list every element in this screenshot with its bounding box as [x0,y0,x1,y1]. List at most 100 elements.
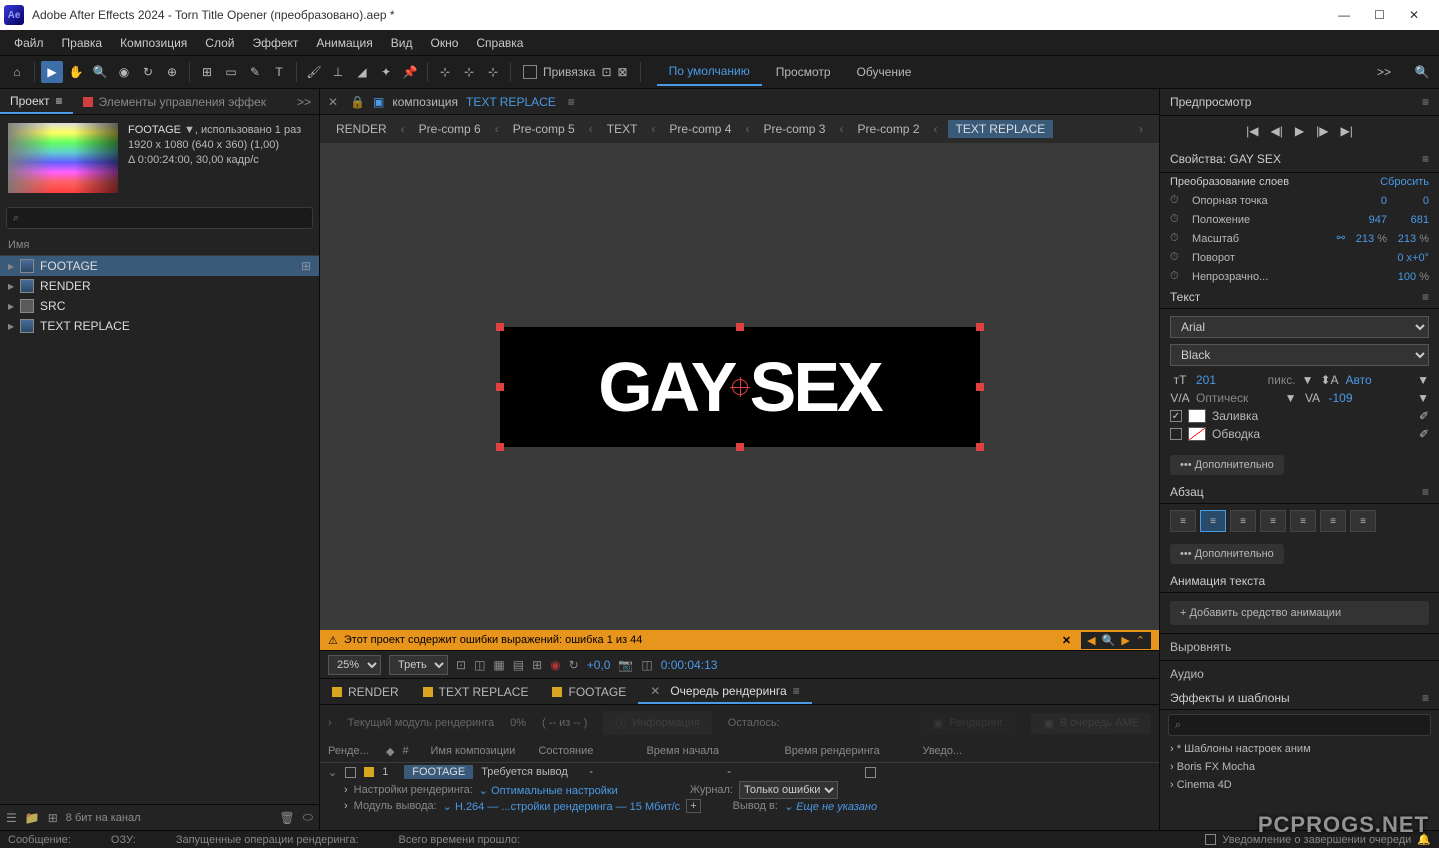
hand-tool-icon[interactable]: ✋ [65,61,87,83]
reset-exposure-icon[interactable]: ↻ [569,658,579,672]
menu-help[interactable]: Справка [468,32,531,54]
expand-icon[interactable]: › [344,784,348,796]
anchor-y[interactable]: 0 [1395,195,1429,207]
resolution-select[interactable]: Треть [389,655,448,675]
transparency-icon[interactable]: ⊡ [456,658,466,672]
tree-item[interactable]: ▸ SRC [0,296,319,316]
panel-menu-icon[interactable]: ≡ [564,95,579,109]
collapse-icon[interactable]: ▸ [8,279,14,293]
close-tab-icon[interactable]: ✕ [324,95,342,109]
menu-animation[interactable]: Анимация [308,32,380,54]
clone-tool-icon[interactable]: ⊥ [327,61,349,83]
opacity-value[interactable]: 100 % [1395,271,1429,283]
align-panel-title[interactable]: Выровнять [1160,633,1439,660]
menu-view[interactable]: Вид [383,32,421,54]
axis-view-icon[interactable]: ⊹ [482,61,504,83]
timecode[interactable]: 0:00:04:13 [661,658,718,672]
expand-icon[interactable]: › [344,800,348,812]
scale-y[interactable]: 213 % [1395,233,1429,245]
selection-handle[interactable] [976,323,984,331]
leading-value[interactable]: Авто [1345,373,1411,387]
workspace-review[interactable]: Просмотр [764,59,843,85]
rotate-tool-icon[interactable]: ↻ [137,61,159,83]
rotation-value[interactable]: 0 x+0° [1359,252,1429,264]
exposure-value[interactable]: +0,0 [587,658,611,672]
timeline-tab[interactable]: RENDER [320,679,411,704]
header-duration[interactable]: Время рендеринга [784,743,914,760]
item-thumbnail[interactable] [8,123,118,193]
justify-right-icon[interactable]: ≡ [1320,510,1346,532]
error-expand-icon[interactable]: ⌃ [1134,634,1147,647]
log-select[interactable]: Только ошибки [739,781,838,799]
tree-item[interactable]: ▸ FOOTAGE ⊞ [0,256,319,276]
anchor-x[interactable]: 0 [1353,195,1387,207]
close-button[interactable]: ✕ [1409,8,1419,22]
play-icon[interactable]: ▶ [1295,124,1304,138]
pill-toggle[interactable]: ⬭ [303,810,313,825]
error-next-icon[interactable]: ▶ [1119,634,1131,647]
breadcrumb-item[interactable]: Pre-comp 5 [509,120,579,138]
selection-handle[interactable] [736,323,744,331]
axis-local-icon[interactable]: ⊹ [434,61,456,83]
output-to-link[interactable]: ⌄ Еще не указано [784,800,877,813]
scale-x[interactable]: 213 % [1353,233,1387,245]
kerning-value[interactable]: Оптическ [1196,391,1279,405]
effects-category[interactable]: › Boris FX Mocha [1160,758,1439,776]
font-family-select[interactable]: Arial [1170,316,1429,338]
grid-icon[interactable]: ▤ [513,658,524,672]
timeline-tab[interactable]: TEXT REPLACE [411,679,541,704]
panel-menu-icon[interactable]: ≡ [1422,95,1429,109]
render-queue-tab[interactable]: ✕Очередь рендеринга≡ [638,679,811,704]
pen-tool-icon[interactable]: ✎ [244,61,266,83]
selection-handle[interactable] [496,383,504,391]
zoom-select[interactable]: 25% [328,655,381,675]
breadcrumb-item[interactable]: RENDER [332,120,391,138]
timeline-tab[interactable]: FOOTAGE [540,679,638,704]
text-more-button[interactable]: ••• Дополнительно [1170,455,1284,475]
tree-header-name[interactable]: Имя [0,235,319,256]
interpret-icon[interactable]: ☰ [6,811,17,825]
close-tab-icon[interactable]: ✕ [650,684,660,698]
add-output-icon[interactable]: + [686,799,700,813]
dropdown-icon[interactable]: ▼ [1417,391,1429,405]
type-tool-icon[interactable]: T [268,61,290,83]
rectangle-tool-icon[interactable]: ▭ [220,61,242,83]
home-icon[interactable]: ⌂ [6,61,28,83]
link-icon[interactable]: ⚯ [1337,233,1345,244]
error-reveal-icon[interactable]: 🔍 [1100,634,1118,647]
justify-center-icon[interactable]: ≡ [1290,510,1316,532]
workspace-default[interactable]: По умолчанию [657,58,762,86]
roi-icon[interactable]: ▦ [493,658,504,672]
roto-tool-icon[interactable]: ✦ [375,61,397,83]
breadcrumb-item[interactable]: Pre-comp 2 [853,120,923,138]
search-icon[interactable]: 🔍 [1411,61,1433,83]
panel-menu-icon[interactable]: ≡ [1422,290,1429,304]
breadcrumb-next-icon[interactable]: › [1135,120,1147,138]
stopwatch-icon[interactable]: ⏱ [1170,270,1184,283]
render-button[interactable]: ▣Рендеринг [921,713,1015,734]
info-button[interactable]: ⓘИнформация [603,711,711,735]
anchor-point-icon[interactable] [732,379,748,395]
selection-handle[interactable] [496,443,504,451]
bits-toggle[interactable]: 8 бит на канал [66,812,141,824]
flowchart-icon[interactable]: ⊞ [301,259,311,273]
brush-tool-icon[interactable]: 🖌 [303,61,325,83]
channel-icon[interactable]: ◉ [550,658,560,672]
panel-menu-icon[interactable]: ≡ [1422,691,1429,705]
panel-menu-icon[interactable]: ≡ [1422,485,1429,499]
render-item-row[interactable]: ⌄ 1 FOOTAGE Требуется вывод - - [320,763,1159,781]
align-center-icon[interactable]: ≡ [1200,510,1226,532]
pan-behind-tool-icon[interactable]: ⊞ [196,61,218,83]
eyedropper-icon[interactable]: ✐ [1419,427,1429,441]
breadcrumb-item[interactable]: Pre-comp 6 [415,120,485,138]
menu-layer[interactable]: Слой [197,32,242,54]
menu-window[interactable]: Окно [422,32,466,54]
header-start[interactable]: Время начала [646,743,776,760]
notify-checkbox[interactable] [865,767,876,778]
menu-edit[interactable]: Правка [54,32,111,54]
composition-viewport[interactable]: GAY SEX [320,143,1159,630]
queue-notify-toggle[interactable]: Уведомление о завершении очереди 🔔 [1205,833,1431,846]
minimize-button[interactable]: — [1338,8,1350,22]
project-search-input[interactable] [6,207,313,229]
axis-world-icon[interactable]: ⊹ [458,61,480,83]
